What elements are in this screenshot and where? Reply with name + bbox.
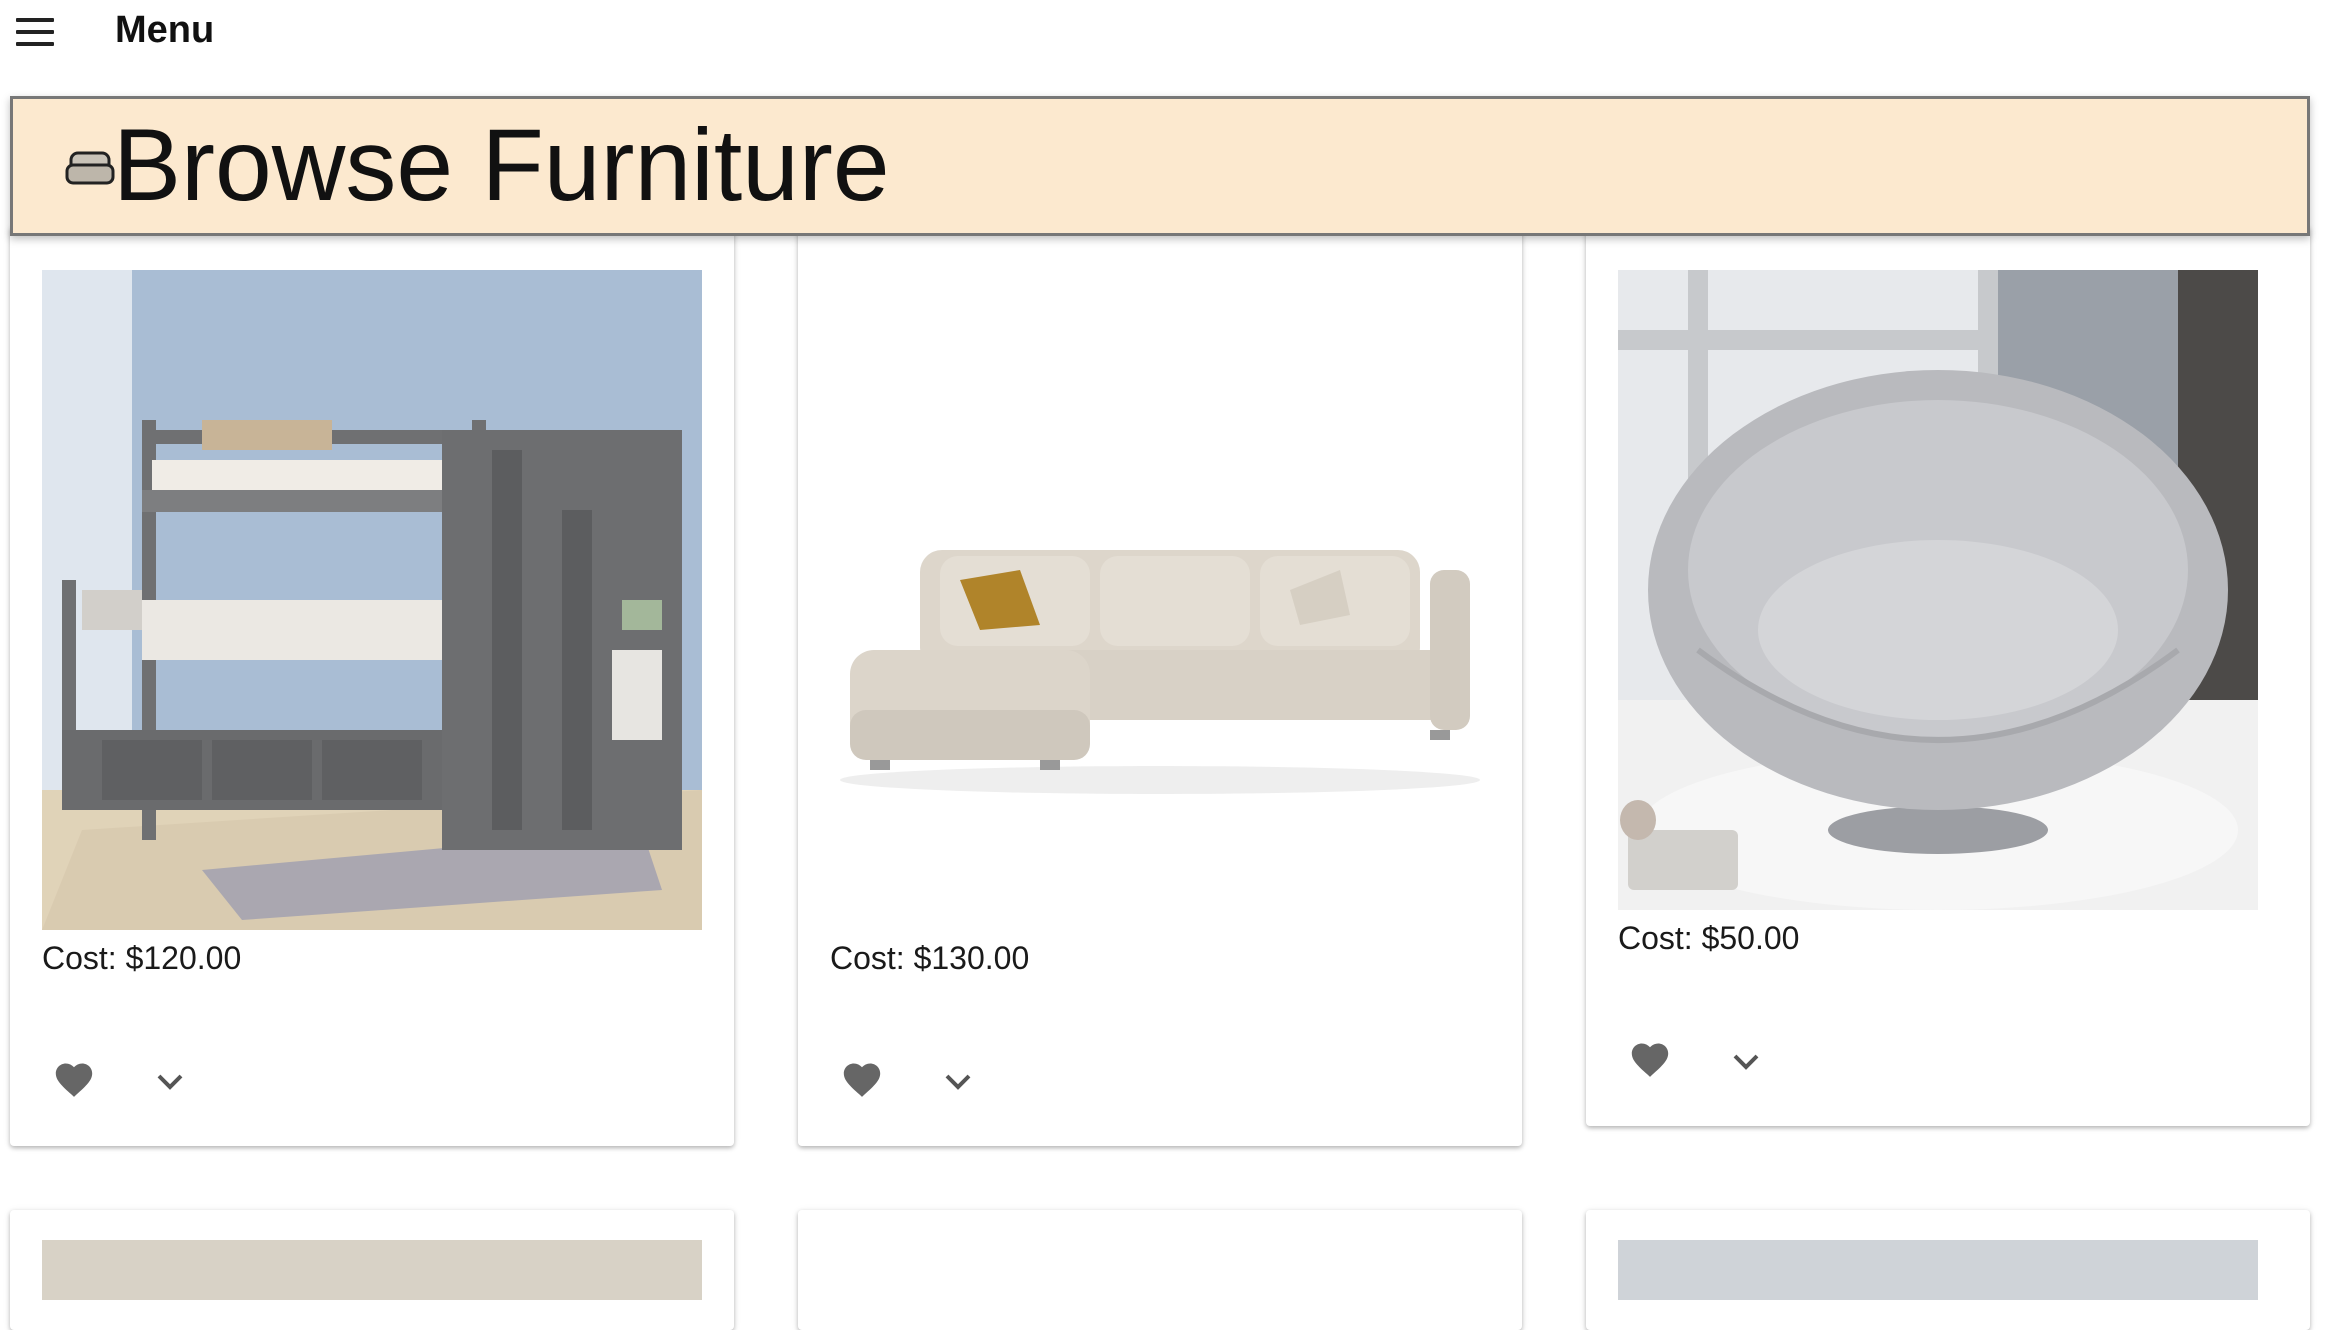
expand-chevron-down-icon[interactable]: [943, 1072, 973, 1092]
product-card: [798, 1210, 1522, 1330]
favorite-heart-icon[interactable]: [52, 1058, 96, 1098]
product-image-sectional-sofa[interactable]: [830, 270, 1490, 930]
top-app-bar: Menu: [0, 0, 2328, 66]
product-card: Cost: $120.00: [10, 226, 734, 1146]
product-image[interactable]: [1618, 1240, 2258, 1300]
hamburger-menu-icon[interactable]: [16, 18, 54, 46]
page-title: Browse Furniture: [113, 108, 890, 222]
product-cost: Cost: $130.00: [830, 940, 1030, 976]
favorite-heart-icon[interactable]: [840, 1058, 884, 1098]
product-card: Cost: $50.00: [1586, 226, 2310, 1126]
product-image[interactable]: [42, 1240, 702, 1300]
product-image-bunk-bed[interactable]: [42, 270, 702, 930]
product-image-papasan-swivel-chair[interactable]: [1618, 270, 2258, 910]
menu-label[interactable]: Menu: [115, 9, 214, 52]
product-card: [1586, 1210, 2310, 1330]
sofa-icon: [65, 151, 115, 187]
expand-chevron-down-icon[interactable]: [1731, 1052, 1761, 1072]
expand-chevron-down-icon[interactable]: [155, 1072, 185, 1092]
product-cost: Cost: $120.00: [42, 940, 242, 976]
product-cost: Cost: $50.00: [1618, 920, 1800, 956]
favorite-heart-icon[interactable]: [1628, 1038, 1672, 1078]
product-card: [10, 1210, 734, 1330]
page-header: Browse Furniture: [10, 96, 2310, 236]
product-card: Cost: $130.00: [798, 226, 1522, 1146]
